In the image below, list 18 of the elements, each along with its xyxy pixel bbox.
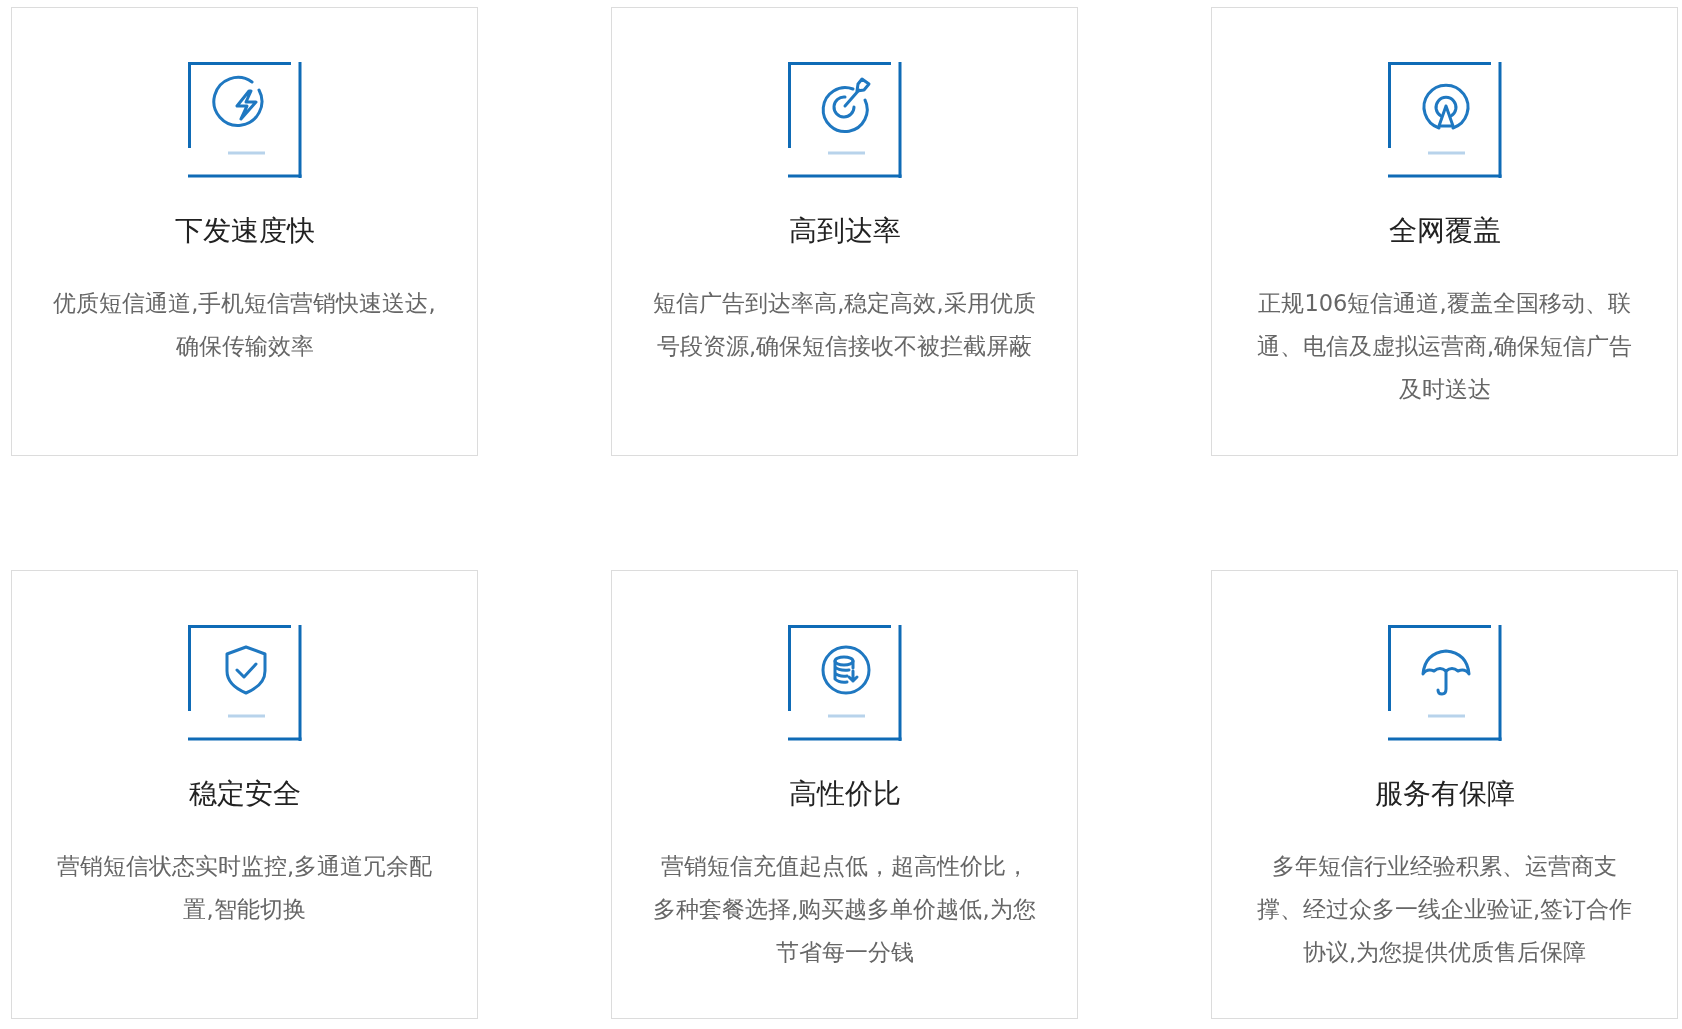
feature-title: 稳定安全	[188, 776, 301, 812]
lightning-icon	[186, 60, 303, 178]
feature-description: 短信广告到达率高,稳定高效,采用优质 号段资源,确保短信接收不被拦截屏蔽	[653, 289, 1036, 361]
feature-title: 高性价比	[788, 776, 901, 812]
feature-description: 营销短信状态实时监控,多通道冗余配 置,智能切换	[56, 852, 433, 924]
signal-tower-icon	[1386, 60, 1503, 178]
feature-title: 下发速度快	[174, 213, 315, 249]
feature-description: 多年短信行业经验积累、运营商支 撑、经过众多一线企业验证,签订合作 协议,为您提供优质售后保障	[1256, 852, 1633, 967]
feature-title: 高到达率	[788, 213, 901, 249]
feature-title: 全网覆盖	[1388, 213, 1501, 249]
target-icon	[786, 60, 903, 178]
feature-title: 服务有保障	[1374, 776, 1515, 812]
umbrella-icon	[1386, 623, 1503, 741]
database-icon	[786, 623, 903, 741]
feature-description: 优质短信通道,手机短信营销快速送达, 确保传输效率	[53, 289, 436, 361]
feature-description: 营销短信充值起点低，超高性价比， 多种套餐选择,购买越多单价越低,为您 节省每一分钱	[653, 852, 1036, 967]
shield-check-icon	[186, 623, 303, 741]
feature-description: 正规106短信通道,覆盖全国移动、联 通、电信及虚拟运营商,确保短信广告 及时送达	[1256, 289, 1633, 404]
